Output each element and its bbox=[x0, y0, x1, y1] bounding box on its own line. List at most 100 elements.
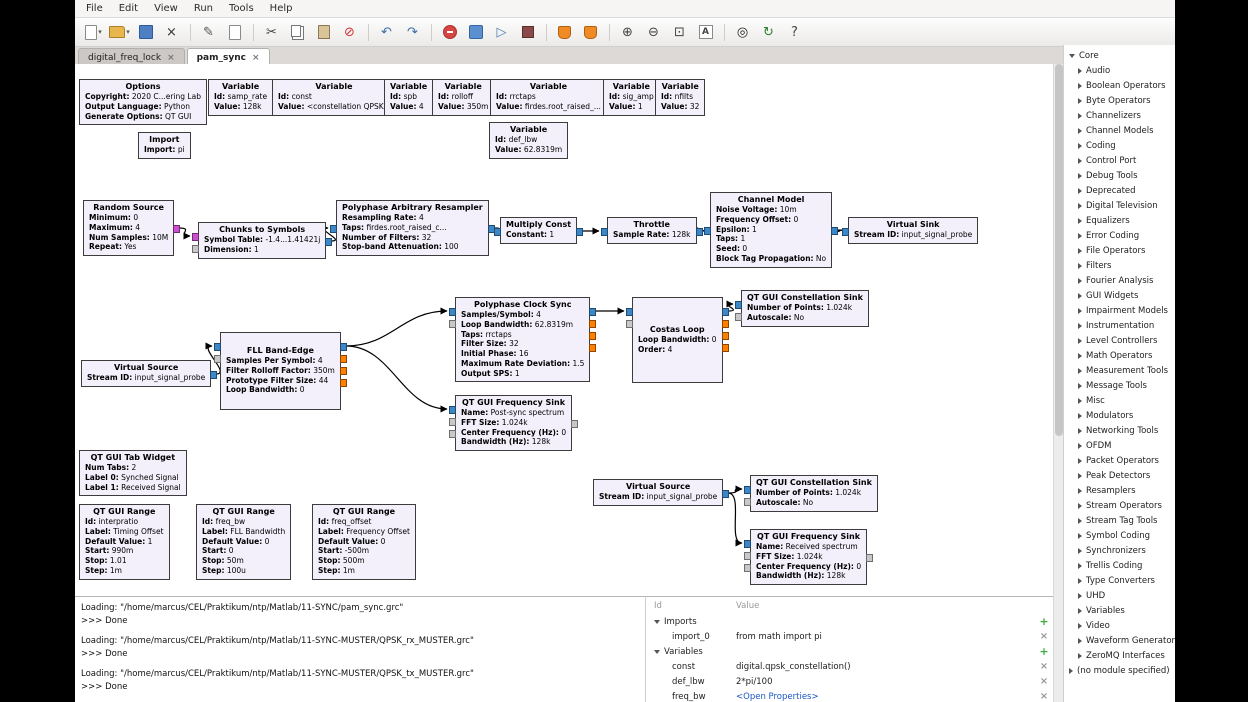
output-port[interactable] bbox=[576, 228, 583, 236]
varpanel-row-Variables[interactable]: Variables+ bbox=[646, 644, 1053, 659]
tree-category-synchronizers[interactable]: Synchronizers bbox=[1064, 543, 1175, 558]
tree-category-debug-tools[interactable]: Debug Tools bbox=[1064, 168, 1175, 183]
expander-icon[interactable] bbox=[1078, 518, 1082, 524]
tree-category-trellis-coding[interactable]: Trellis Coding bbox=[1064, 558, 1175, 573]
add-button[interactable]: + bbox=[1035, 615, 1053, 628]
varpanel-value[interactable]: <Open Properties> bbox=[736, 692, 1035, 702]
output-port[interactable] bbox=[722, 332, 729, 340]
expander-icon[interactable] bbox=[1069, 668, 1073, 674]
input-port[interactable] bbox=[449, 320, 456, 328]
block-spb[interactable]: VariableId: spbValue: 4 bbox=[384, 79, 433, 116]
expander-icon[interactable] bbox=[1078, 503, 1082, 509]
block-const_sink2[interactable]: QT GUI Constellation SinkNumber of Point… bbox=[750, 475, 878, 512]
input-port[interactable] bbox=[192, 245, 199, 253]
block-rolloff[interactable]: VariableId: rolloffValue: 350m bbox=[432, 79, 494, 116]
expander-icon[interactable] bbox=[1078, 173, 1082, 179]
output-port[interactable] bbox=[589, 320, 596, 328]
output-port[interactable] bbox=[831, 227, 838, 235]
tree-category-error-coding[interactable]: Error Coding bbox=[1064, 228, 1175, 243]
expander-icon[interactable] bbox=[1078, 623, 1082, 629]
add-button[interactable]: + bbox=[1035, 645, 1053, 658]
tree-category-impairment-models[interactable]: Impairment Models bbox=[1064, 303, 1175, 318]
connection-fll-to-freq_sink1[interactable] bbox=[346, 346, 447, 409]
output-port[interactable] bbox=[325, 238, 332, 246]
block-sig_amp[interactable]: VariableId: sig_ampValue: 1 bbox=[603, 79, 660, 116]
expander-icon[interactable] bbox=[1078, 608, 1082, 614]
tree-category-variables[interactable]: Variables bbox=[1064, 603, 1175, 618]
expander-icon[interactable] bbox=[1078, 593, 1082, 599]
input-port[interactable] bbox=[449, 308, 456, 316]
expander-icon[interactable] bbox=[1078, 128, 1082, 134]
tree-category-boolean-operators[interactable]: Boolean Operators bbox=[1064, 78, 1175, 93]
tree-category-stream-tag-tools[interactable]: Stream Tag Tools bbox=[1064, 513, 1175, 528]
canvas-scrollbar[interactable] bbox=[1053, 64, 1063, 702]
expander-icon[interactable] bbox=[1078, 488, 1082, 494]
output-port[interactable] bbox=[866, 554, 873, 562]
tree-category-control-port[interactable]: Control Port bbox=[1064, 153, 1175, 168]
tree-category-no-module[interactable]: (no module specified) bbox=[1064, 663, 1175, 678]
tree-category-instrumentation[interactable]: Instrumentation bbox=[1064, 318, 1175, 333]
output-port[interactable] bbox=[722, 490, 729, 498]
delete-button[interactable]: ⊘ bbox=[337, 21, 362, 43]
paste-button[interactable] bbox=[311, 21, 336, 43]
block-multiply_const[interactable]: Multiply ConstConstant: 1 bbox=[500, 217, 577, 244]
kill-button[interactable] bbox=[515, 21, 540, 43]
input-port[interactable] bbox=[626, 308, 633, 316]
expander-icon[interactable] bbox=[1078, 308, 1082, 314]
snap-to-grid-button[interactable]: A bbox=[693, 21, 718, 43]
block-tab_widget[interactable]: QT GUI Tab WidgetNum Tabs: 2Label 0: Syn… bbox=[79, 450, 187, 496]
block-range_interpratio[interactable]: QT GUI RangeId: interpratioLabel: Timing… bbox=[79, 504, 170, 580]
output-port[interactable] bbox=[589, 332, 596, 340]
close-flowgraph-button[interactable]: × bbox=[159, 21, 184, 43]
block-resampler[interactable]: Polyphase Arbitrary ResamplerResampling … bbox=[336, 200, 489, 256]
tree-category-measurement-tools[interactable]: Measurement Tools bbox=[1064, 363, 1175, 378]
tree-category-peak-detectors[interactable]: Peak Detectors bbox=[1064, 468, 1175, 483]
block-virtual_source2[interactable]: Virtual SourceStream ID: input_signal_pr… bbox=[593, 479, 723, 506]
redo-button[interactable]: ↷ bbox=[400, 21, 425, 43]
zoom-fit-button[interactable]: ⊡ bbox=[667, 21, 692, 43]
tree-category-level-controllers[interactable]: Level Controllers bbox=[1064, 333, 1175, 348]
new-flowgraph-button[interactable]: ▾ bbox=[81, 21, 106, 43]
expander-icon[interactable] bbox=[1078, 98, 1082, 104]
tree-category-waveform-generators[interactable]: Waveform Generators bbox=[1064, 633, 1175, 648]
tree-category-equalizers[interactable]: Equalizers bbox=[1064, 213, 1175, 228]
dropdown-arrow-icon[interactable]: ▾ bbox=[98, 28, 102, 36]
output-port[interactable] bbox=[589, 308, 596, 316]
tree-category-video[interactable]: Video bbox=[1064, 618, 1175, 633]
block-import_pi[interactable]: ImportImport: pi bbox=[138, 132, 191, 159]
view-errors-button[interactable] bbox=[437, 21, 462, 43]
keyboard-shortcuts-button[interactable]: ? bbox=[782, 21, 807, 43]
connection-random_source-to-chunks[interactable] bbox=[179, 228, 190, 236]
output-port[interactable] bbox=[340, 343, 347, 351]
menu-help[interactable]: Help bbox=[262, 2, 301, 15]
output-port[interactable] bbox=[571, 420, 578, 428]
block-costas[interactable]: Costas LoopLoop Bandwidth: 0Order: 4 bbox=[632, 297, 723, 383]
reload-blocks-button[interactable]: ↻ bbox=[756, 21, 781, 43]
save-flowgraph-button[interactable] bbox=[133, 21, 158, 43]
input-port[interactable] bbox=[449, 418, 456, 426]
menu-tools[interactable]: Tools bbox=[221, 2, 262, 15]
tree-category-misc[interactable]: Misc bbox=[1064, 393, 1175, 408]
output-port[interactable] bbox=[340, 379, 347, 387]
tree-category-ofdm[interactable]: OFDM bbox=[1064, 438, 1175, 453]
remove-button[interactable]: × bbox=[1035, 676, 1053, 687]
expander-icon[interactable] bbox=[1078, 473, 1082, 479]
expander-icon[interactable] bbox=[1078, 638, 1082, 644]
expander-icon[interactable] bbox=[1078, 233, 1082, 239]
expander-icon[interactable] bbox=[1078, 533, 1082, 539]
expander-icon[interactable] bbox=[654, 650, 660, 654]
expander-icon[interactable] bbox=[1069, 54, 1075, 58]
input-port[interactable] bbox=[449, 430, 456, 438]
connection-costas-to-const_sink1[interactable] bbox=[728, 304, 733, 311]
varpanel-row-freq_bw[interactable]: freq_bw<Open Properties>× bbox=[646, 689, 1053, 702]
expander-icon[interactable] bbox=[1078, 278, 1082, 284]
input-port[interactable] bbox=[214, 343, 221, 351]
tree-category-packet-operators[interactable]: Packet Operators bbox=[1064, 453, 1175, 468]
block-virtual_sink[interactable]: Virtual SinkStream ID: input_signal_prob… bbox=[848, 217, 978, 244]
tree-category-deprecated[interactable]: Deprecated bbox=[1064, 183, 1175, 198]
expander-icon[interactable] bbox=[1078, 548, 1082, 554]
expander-icon[interactable] bbox=[1078, 263, 1082, 269]
cut-button[interactable]: ✂ bbox=[259, 21, 284, 43]
expander-icon[interactable] bbox=[1078, 143, 1082, 149]
tree-category-zeromq-interfaces[interactable]: ZeroMQ Interfaces bbox=[1064, 648, 1175, 663]
